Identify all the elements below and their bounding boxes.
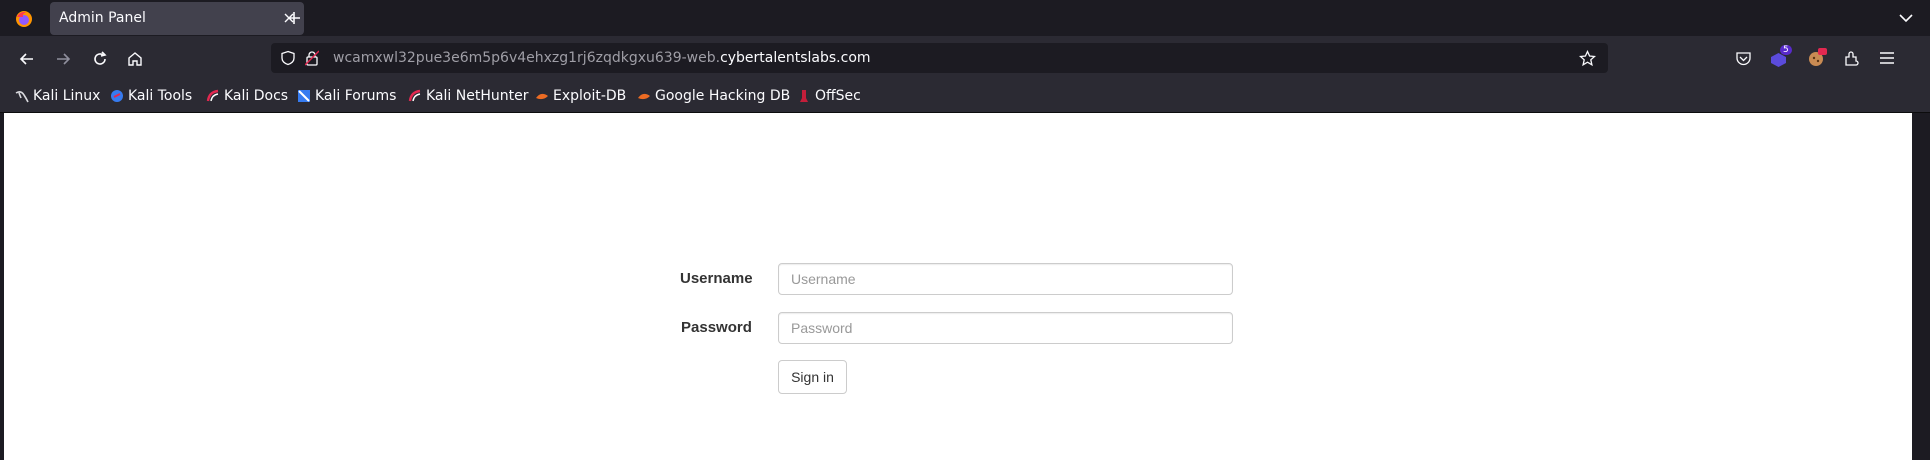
bookmark-kali-nethunter[interactable]: Kali NetHunter — [408, 88, 528, 104]
extension-badge: 5 — [1780, 45, 1792, 55]
bookmark-exploit-db[interactable]: Exploit-DB — [535, 88, 626, 104]
kali-forums-icon — [298, 90, 310, 102]
bookmark-label: Google Hacking DB — [655, 88, 791, 104]
navigation-toolbar: wcamxwl32pue3e6m5p6v4ehxzg1rj6zqdkgxu639… — [0, 36, 1930, 84]
username-label: Username — [680, 270, 753, 287]
ghdb-icon — [638, 93, 650, 100]
tab-bar: Admin Panel — [0, 0, 1930, 36]
bookmark-star-icon[interactable] — [1579, 50, 1596, 67]
window-border — [1912, 113, 1930, 460]
extension-purple-icon[interactable]: 5 — [1770, 45, 1792, 69]
bookmark-label: Kali Docs — [224, 88, 289, 104]
bookmark-kali-tools[interactable]: Kali Tools — [110, 88, 192, 104]
url-domain: cybertalentslabs.com — [720, 50, 871, 66]
sign-in-button[interactable]: Sign in — [778, 360, 847, 394]
bookmark-offsec[interactable]: OffSec — [797, 88, 861, 104]
url-subdomain: wcamxwl32pue3e6m5p6v4ehxzg1rj6zqdkgxu639… — [333, 50, 721, 66]
username-input[interactable] — [778, 263, 1233, 295]
exploit-db-icon — [536, 93, 548, 100]
bookmark-label: Exploit-DB — [553, 88, 627, 104]
extension-cookie-icon[interactable] — [1807, 48, 1827, 68]
password-input[interactable] — [778, 312, 1233, 344]
password-label: Password — [681, 319, 752, 336]
bookmark-label: OffSec — [815, 88, 861, 104]
hamburger-menu-icon[interactable] — [1879, 51, 1895, 65]
home-icon[interactable] — [126, 50, 144, 68]
bookmark-kali-linux[interactable]: Kali Linux — [15, 88, 100, 104]
back-arrow-icon[interactable] — [18, 50, 36, 68]
new-tab-icon[interactable] — [286, 10, 302, 26]
kali-dragon-icon — [15, 91, 29, 103]
insecure-lock-icon[interactable] — [305, 50, 319, 66]
reload-icon[interactable] — [91, 50, 109, 68]
bookmark-label: Kali Linux — [33, 88, 101, 104]
bookmark-label: Kali Tools — [128, 88, 193, 104]
bookmark-google-hacking-db[interactable]: Google Hacking DB — [637, 88, 790, 104]
firefox-menu-icon[interactable] — [14, 9, 34, 29]
tab-title: Admin Panel — [59, 10, 146, 26]
kali-docs-icon — [206, 89, 219, 102]
bookmarks-toolbar: Kali Linux Kali Tools Kali Docs Kali For… — [0, 84, 1930, 113]
tab-admin-panel[interactable]: Admin Panel — [50, 2, 304, 35]
extensions-puzzle-icon[interactable] — [1843, 50, 1861, 68]
bookmark-label: Kali Forums — [315, 88, 397, 104]
page-content: Username Password Sign in — [4, 113, 1912, 460]
offsec-icon — [800, 90, 808, 102]
kali-tools-icon — [111, 90, 123, 102]
bookmark-kali-docs[interactable]: Kali Docs — [206, 88, 288, 104]
url-text[interactable]: wcamxwl32pue3e6m5p6v4ehxzg1rj6zqdkgxu639… — [333, 50, 871, 66]
pocket-icon[interactable] — [1735, 51, 1752, 67]
bookmark-kali-forums[interactable]: Kali Forums — [297, 88, 396, 104]
bookmark-label: Kali NetHunter — [426, 88, 529, 104]
kali-nethunter-icon — [408, 89, 421, 102]
tracking-protection-shield-icon[interactable] — [280, 50, 296, 66]
chevron-down-icon[interactable] — [1898, 11, 1914, 25]
url-bar[interactable]: wcamxwl32pue3e6m5p6v4ehxzg1rj6zqdkgxu639… — [271, 43, 1608, 73]
forward-arrow-icon[interactable] — [54, 50, 72, 68]
